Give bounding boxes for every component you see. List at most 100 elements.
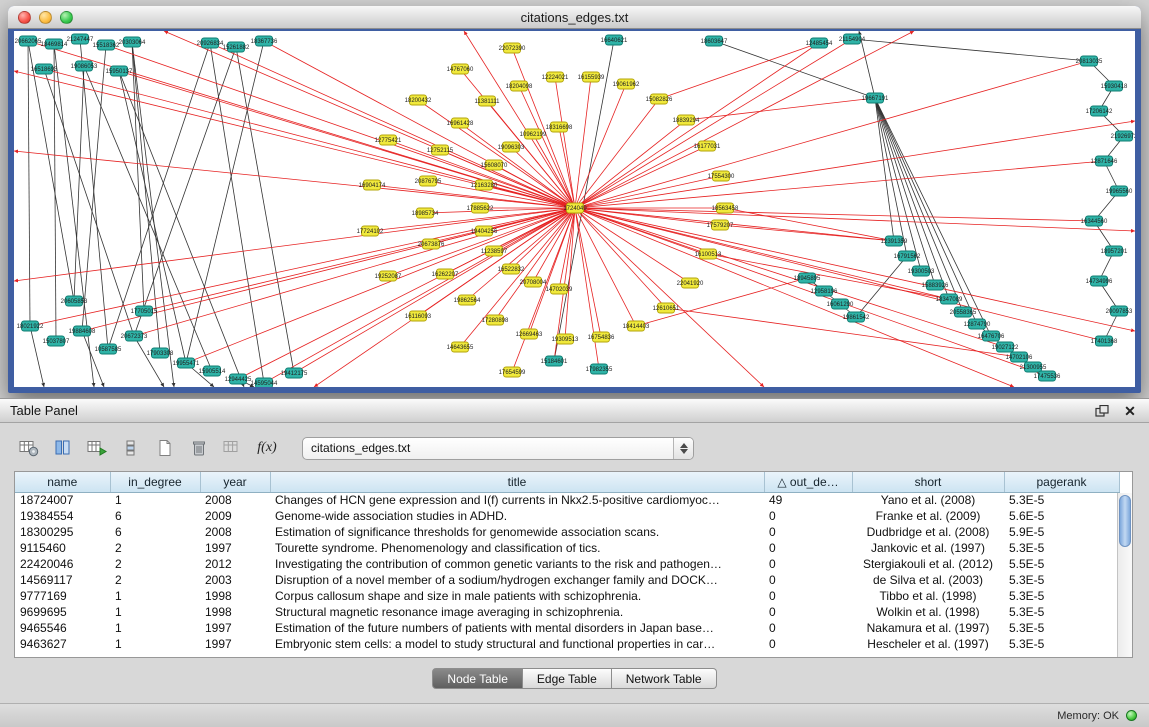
table-settings-icon[interactable] <box>14 434 44 462</box>
graph-edge[interactable] <box>294 208 575 373</box>
graph-node[interactable]: 12391359 <box>881 236 908 246</box>
column-header-2[interactable]: year <box>200 472 270 492</box>
graph-node[interactable]: 22041920 <box>677 278 704 288</box>
graph-edge[interactable] <box>30 326 44 387</box>
graph-node[interactable]: 18367736 <box>251 36 278 46</box>
graph-edge[interactable] <box>575 176 721 208</box>
graph-node[interactable]: 17654599 <box>499 367 526 377</box>
graph-edge[interactable] <box>720 225 894 241</box>
graph-edge[interactable] <box>236 47 294 373</box>
graph-node[interactable]: 18204098 <box>506 81 533 91</box>
graph-edge[interactable] <box>725 208 894 241</box>
graph-node[interactable]: 14702106 <box>1006 352 1033 362</box>
graph-edge[interactable] <box>875 98 963 312</box>
graph-node[interactable]: 14767060 <box>447 64 474 74</box>
table-row[interactable]: 2242004622012Investigating the contribut… <box>15 556 1119 572</box>
graph-node[interactable]: 18603647 <box>701 36 728 46</box>
graph-edge[interactable] <box>875 98 907 256</box>
graph-edge[interactable] <box>428 181 575 208</box>
delete-rows-icon[interactable] <box>184 434 214 462</box>
graph-edge[interactable] <box>210 43 264 383</box>
graph-edge[interactable] <box>575 208 601 337</box>
graph-edge[interactable] <box>575 39 852 208</box>
graph-node[interactable]: 16476706 <box>978 331 1005 341</box>
graph-node[interactable]: 16791562 <box>894 251 921 261</box>
graph-node[interactable]: 16262207 <box>432 269 459 279</box>
graph-node[interactable]: 16522832 <box>498 264 525 274</box>
graph-edge[interactable] <box>84 66 212 371</box>
graph-node[interactable]: 20673876 <box>418 239 445 249</box>
table-scrollbar-thumb[interactable] <box>1119 495 1131 547</box>
graph-edge[interactable] <box>575 208 1135 231</box>
graph-node[interactable]: 21247447 <box>67 34 94 44</box>
graph-node[interactable]: 20303064 <box>119 37 146 47</box>
graph-node[interactable]: 19086053 <box>71 61 98 71</box>
graph-node[interactable]: 16116093 <box>405 311 432 321</box>
graph-node[interactable]: 15883926 <box>922 280 949 290</box>
graph-edge[interactable] <box>119 71 575 208</box>
graph-node[interactable]: 18414403 <box>623 321 650 331</box>
graph-node[interactable]: 20558365 <box>950 307 977 317</box>
new-document-icon[interactable] <box>150 434 180 462</box>
graph-node[interactable]: 15037807 <box>43 336 70 346</box>
close-panel-icon[interactable]: ✕ <box>1121 403 1139 419</box>
column-header-0[interactable]: name <box>15 472 110 492</box>
graph-node[interactable]: 21926972 <box>1111 131 1135 141</box>
row-tools-icon[interactable] <box>116 434 146 462</box>
graph-node[interactable]: 12871646 <box>1091 156 1118 166</box>
graph-edge[interactable] <box>852 39 1089 61</box>
graph-node[interactable]: 15608070 <box>481 160 508 170</box>
graph-edge[interactable] <box>106 45 575 208</box>
graph-node[interactable]: 20813035 <box>1076 56 1103 66</box>
graph-node[interactable]: 17554300 <box>708 171 735 181</box>
graph-node[interactable]: 17885622 <box>467 203 494 213</box>
graph-node[interactable]: 15518362 <box>93 40 120 50</box>
close-window-button[interactable] <box>18 11 31 24</box>
function-builder-icon[interactable]: f(x) <box>252 434 282 462</box>
graph-node[interactable]: 12874790 <box>964 319 991 329</box>
column-header-6[interactable]: pagerank <box>1004 472 1119 492</box>
graph-node[interactable]: 10962199 <box>520 129 547 139</box>
graph-node[interactable]: 17903308 <box>147 348 174 358</box>
graph-node[interactable]: 21154904 <box>839 34 866 44</box>
graph-edge[interactable] <box>238 208 575 379</box>
graph-edge[interactable] <box>686 98 875 120</box>
graph-edge[interactable] <box>565 208 575 339</box>
table-row[interactable]: 946362711997Embryonic stem cells: a mode… <box>15 636 1119 652</box>
column-header-4[interactable]: △ out_de… <box>764 472 852 492</box>
graph-edge[interactable] <box>575 208 764 387</box>
graph-node[interactable]: 18200432 <box>405 95 432 105</box>
graph-edge[interactable] <box>511 147 575 208</box>
graph-node[interactable]: 16961428 <box>447 118 474 128</box>
table-row[interactable]: 969969511998Structural magnetic resonanc… <box>15 604 1119 620</box>
graph-node[interactable]: 19412175 <box>281 368 308 378</box>
graph-edge[interactable] <box>659 43 819 99</box>
graph-node[interactable]: 20662065 <box>15 36 42 46</box>
graph-node[interactable]: 12485454 <box>806 38 833 48</box>
graph-edge[interactable] <box>519 86 575 208</box>
table-row[interactable]: 946554611997Estimation of the future num… <box>15 620 1119 636</box>
graph-node[interactable]: 18957201 <box>1101 246 1128 256</box>
graph-node[interactable]: 12958196 <box>811 286 838 296</box>
graph-edge[interactable] <box>418 208 575 316</box>
zoom-window-button[interactable] <box>60 11 73 24</box>
graph-node[interactable]: 19955471 <box>173 358 200 368</box>
graph-edge[interactable] <box>210 43 575 208</box>
graph-edge[interactable] <box>44 69 134 336</box>
graph-node[interactable]: 16061290 <box>827 299 854 309</box>
graph-node[interactable]: 18469814 <box>41 39 68 49</box>
graph-edge[interactable] <box>575 161 1104 208</box>
table-row[interactable]: 1872400712008Changes of HCN gene express… <box>15 492 1119 508</box>
graph-node[interactable]: 19884608 <box>69 326 96 336</box>
graph-node[interactable]: 15261882 <box>223 42 250 52</box>
network-view-canvas[interactable]: 1724049185634581755430016177031188392941… <box>14 31 1135 387</box>
graph-node[interactable]: 19061962 <box>613 79 640 89</box>
graph-edge[interactable] <box>575 208 599 369</box>
graph-node[interactable]: 12610651 <box>653 303 680 313</box>
graph-edge[interactable] <box>555 77 575 208</box>
graph-edge[interactable] <box>714 41 875 98</box>
graph-edge[interactable] <box>28 41 30 326</box>
graph-node[interactable]: 18347089 <box>936 294 963 304</box>
graph-node[interactable]: 16155939 <box>578 72 605 82</box>
graph-node[interactable]: 20708004 <box>520 277 547 287</box>
